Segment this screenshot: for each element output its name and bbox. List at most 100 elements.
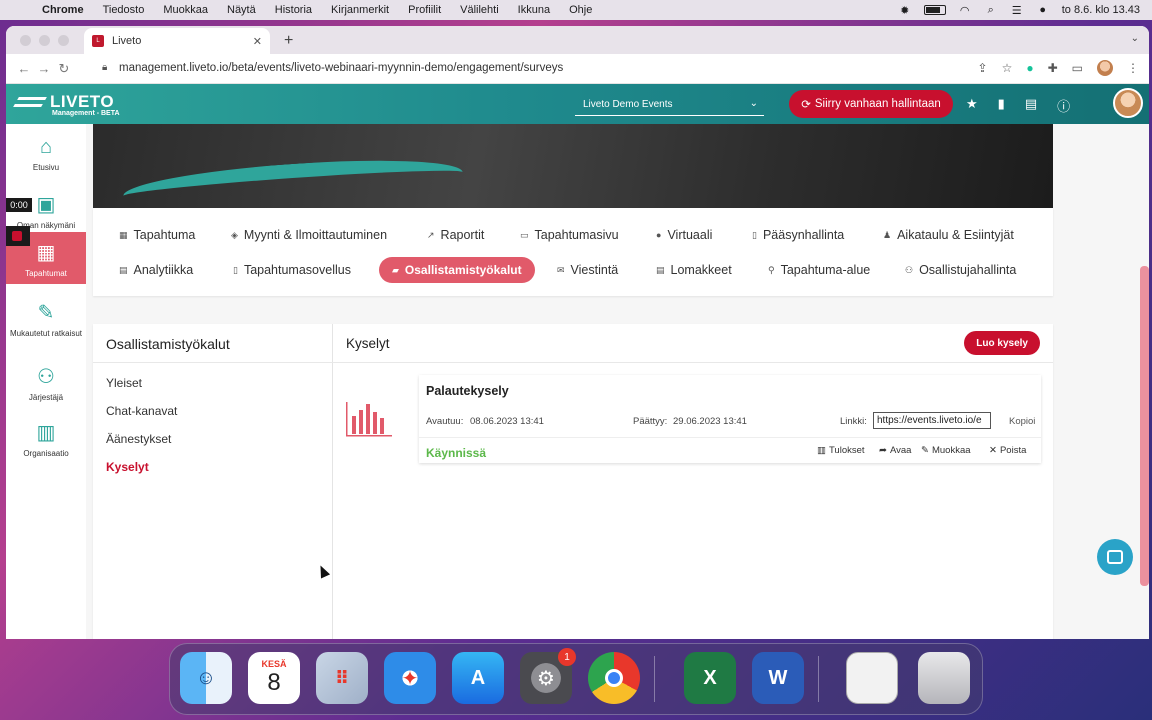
trash-icon[interactable] (918, 652, 970, 704)
tab-messaging[interactable]: ✉ Viestintä (557, 263, 618, 277)
menu-app-name[interactable]: Chrome (42, 4, 84, 16)
create-survey-button[interactable]: Luo kysely (964, 331, 1040, 355)
app-store-icon[interactable]: A (452, 652, 504, 704)
close-tab-icon[interactable]: ✕ (253, 35, 262, 48)
tab-attendee-management[interactable]: ⚇ Osallistujahallinta (905, 263, 1016, 277)
survey-chart-icon (346, 402, 392, 437)
tab-engagement-tools[interactable]: ▰ Osallistamistyökalut (379, 257, 535, 283)
menu-item-view[interactable]: Näytä (227, 4, 256, 16)
finder-icon[interactable]: ☺ (180, 652, 232, 704)
tab-access-control[interactable]: ▯ Pääsynhallinta (752, 228, 844, 242)
tab-schedule-speakers[interactable]: ♟ Aikataulu & Esiintyjät (883, 228, 1014, 242)
lock-icon[interactable]: 🔒︎ (102, 62, 107, 73)
tab-virtual[interactable]: ● Virtuaali (656, 228, 712, 242)
menu-item-history[interactable]: Historia (275, 4, 312, 16)
sidebar-item-organizer[interactable]: ⚇ Järjestäjä (6, 364, 86, 402)
sidebar-item-custom-solutions[interactable]: ✎ Mukautetut ratkaisut (6, 300, 86, 338)
tab-sales-registration[interactable]: ◈ Myynti & Ilmoittautuminen (231, 228, 387, 242)
menu-item-tab[interactable]: Välilehti (460, 4, 499, 16)
tab-forms[interactable]: ▤ Lomakkeet (656, 263, 732, 277)
engagement-title: Osallistamistyökalut (106, 336, 230, 352)
liveto-logo[interactable]: LIVETO Management - BETA (13, 92, 120, 117)
delete-button[interactable]: ✕ Poista (989, 445, 1026, 456)
forward-icon[interactable]: → (34, 61, 54, 76)
map-pin-icon: ⚲ (768, 264, 775, 275)
bookmark-icon[interactable]: ▮ (998, 96, 1005, 115)
gear-status-icon[interactable]: ✹ (898, 4, 912, 17)
edit-button[interactable]: ✎ Muokkaa (921, 445, 971, 456)
page-scrollbar[interactable] (1140, 266, 1149, 586)
profile-avatar[interactable] (1097, 60, 1113, 76)
minimize-window-button[interactable] (39, 35, 50, 46)
support-chat-button[interactable] (1097, 539, 1133, 575)
chrome-icon[interactable] (588, 652, 640, 704)
control-center-icon[interactable]: ☰ (1010, 4, 1024, 17)
menu-item-profiles[interactable]: Profiilit (408, 4, 441, 16)
siri-icon[interactable]: ● (1036, 4, 1050, 16)
sidebar-item-home[interactable]: ⌂ Etusivu (6, 136, 86, 172)
new-tab-icon[interactable]: + (284, 32, 293, 50)
browser-menu-icon[interactable]: ⋮ (1127, 61, 1139, 75)
calendar-app-icon[interactable]: KESÄ 8 (248, 652, 300, 704)
legacy-admin-button[interactable]: ⟳ Siirry vanhaan hallintaan (789, 90, 953, 118)
wifi-icon[interactable]: ◠ (958, 4, 972, 17)
divider (93, 362, 333, 363)
user-avatar[interactable] (1113, 88, 1143, 118)
sidepanel-icon[interactable]: ▭ (1072, 61, 1083, 75)
menu-item-edit[interactable]: Muokkaa (163, 4, 208, 16)
tab-reports[interactable]: ↗ Raportit (427, 228, 484, 242)
menu-item-help[interactable]: Ohje (569, 4, 592, 16)
tab-search-chevron-icon[interactable]: ⌄ (1131, 33, 1139, 44)
menu-item-window[interactable]: Ikkuna (518, 4, 550, 16)
sidebar-item-organization[interactable]: ▥ Organisaatio (6, 420, 86, 458)
back-icon[interactable]: ← (14, 61, 34, 76)
tab-event[interactable]: ▦ Tapahtuma (119, 228, 195, 242)
menu-item-file[interactable]: Tiedosto (103, 4, 145, 16)
share-icon[interactable]: ⇪ (978, 61, 988, 75)
recording-stop-button[interactable] (6, 226, 30, 246)
submenu-item-surveys[interactable]: Kyselyt (106, 460, 149, 474)
safari-icon[interactable]: ✦ (384, 652, 436, 704)
submenu-item-chat-channels[interactable]: Chat-kanavat (106, 404, 177, 418)
bookmark-star-icon[interactable]: ☆ (1002, 61, 1013, 75)
close-window-button[interactable] (20, 35, 31, 46)
dock-separator (818, 656, 819, 702)
chat-icon[interactable]: ▤ (1025, 96, 1037, 115)
tab-event-area[interactable]: ⚲ Tapahtuma-alue (768, 263, 870, 277)
tab-label: Analytiikka (133, 263, 194, 277)
reload-icon[interactable]: ↻ (54, 61, 74, 77)
tab-analytics[interactable]: ▤ Analytiikka (119, 263, 193, 277)
menu-item-bookmarks[interactable]: Kirjanmerkit (331, 4, 389, 16)
phone-icon: ▯ (233, 264, 238, 275)
results-button[interactable]: ▥ Tulokset (817, 445, 865, 456)
info-icon[interactable]: ⓘ (1057, 96, 1070, 115)
header-icons: ★ ▮ ▤ ⓘ (966, 96, 1070, 115)
tab-event-app[interactable]: ▯ Tapahtumasovellus (233, 263, 351, 277)
survey-link-field[interactable]: https://events.liveto.io/e (873, 412, 991, 429)
launchpad-icon[interactable]: ⠿ (316, 652, 368, 704)
tab-title: Liveto (112, 35, 142, 47)
event-hero-image (93, 124, 1053, 208)
extension-grammarly-icon[interactable]: ● (1026, 61, 1033, 75)
favorites-star-icon[interactable]: ★ (966, 96, 978, 115)
open-button[interactable]: ➦ Avaa (879, 445, 911, 456)
battery-icon[interactable] (923, 5, 946, 15)
maximize-window-button[interactable] (58, 35, 69, 46)
system-settings-icon[interactable]: ⚙ 1 (520, 648, 576, 704)
tab-event-page[interactable]: ▭ Tapahtumasivu (520, 228, 619, 242)
submenu-item-polls[interactable]: Äänestykset (106, 432, 171, 446)
search-icon[interactable]: ⌕ (984, 4, 998, 16)
url-field[interactable]: management.liveto.io/beta/events/liveto-… (119, 62, 563, 74)
copy-link-button[interactable]: Kopioi (1009, 416, 1035, 427)
liveto-favicon-icon: L (92, 35, 104, 47)
menubar-clock[interactable]: to 8.6. klo 13.43 (1062, 4, 1140, 16)
excel-icon[interactable]: X (684, 652, 736, 704)
extensions-puzzle-icon[interactable]: ✚ (1048, 61, 1058, 75)
organization-select[interactable]: Liveto Demo Events ⌄ (575, 96, 764, 116)
tab-label: Lomakkeet (670, 263, 732, 277)
chrome-window-thumbnail-icon[interactable] (846, 652, 898, 704)
browser-tab[interactable]: L Liveto ✕ (84, 28, 270, 54)
sidebar-item-label: Mukautetut ratkaisut (9, 329, 83, 338)
submenu-item-general[interactable]: Yleiset (106, 376, 142, 390)
word-icon[interactable]: W (752, 652, 804, 704)
